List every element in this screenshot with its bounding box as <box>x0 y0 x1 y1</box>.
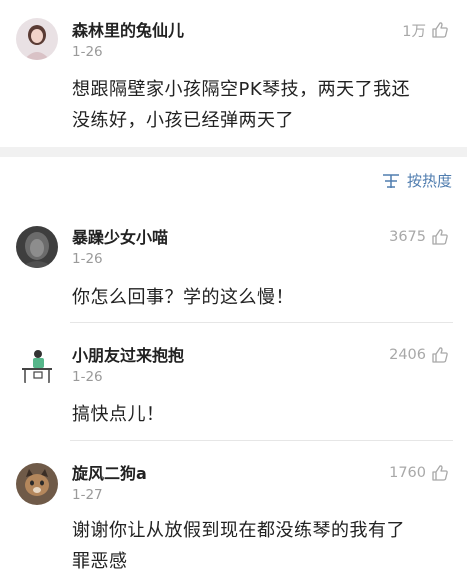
comment-author-name[interactable]: 小朋友过来抱抱 <box>72 346 184 366</box>
section-divider <box>0 147 467 157</box>
like-button[interactable]: 1万 <box>402 19 449 41</box>
like-count: 1760 <box>389 465 426 481</box>
comment-content-line: 搞快点儿！ <box>72 404 165 425</box>
comment-content: 想跟隔壁家小孩隔空PK琴技，两天了我还 没练好，小孩已经弹两天了 <box>72 74 462 136</box>
avatar[interactable] <box>16 18 58 60</box>
avatar[interactable] <box>16 463 58 505</box>
avatar-illustration-desk <box>16 345 58 387</box>
comment-date: 1-26 <box>72 44 103 60</box>
comment-date: 1-26 <box>72 369 103 385</box>
avatar[interactable] <box>16 345 58 387</box>
avatar-photo-woman <box>16 18 58 60</box>
like-button[interactable]: 1760 <box>389 462 449 484</box>
avatar[interactable] <box>16 226 58 268</box>
thumbs-up-icon <box>432 229 448 245</box>
comment-date: 1-27 <box>72 487 103 503</box>
comment-content-line: 谢谢你让从放假到现在都没练琴的我有了 <box>72 520 405 541</box>
comment-thread: 森林里的兔仙儿 1-26 1万 想跟隔壁家小孩隔空PK琴技，两天了我还 没练好，… <box>0 0 467 582</box>
like-count: 2406 <box>389 347 426 363</box>
like-count: 1万 <box>402 23 426 40</box>
thumbs-up-icon <box>432 22 448 38</box>
comment-author-name[interactable]: 森林里的兔仙儿 <box>72 21 184 41</box>
comment-content-line: 没练好，小孩已经弹两天了 <box>72 110 294 131</box>
like-count: 3675 <box>389 229 426 245</box>
comment-author-name[interactable]: 旋风二狗a <box>72 464 147 484</box>
comment-date: 1-26 <box>72 251 103 267</box>
sort-label: 按热度 <box>406 172 452 190</box>
like-button[interactable]: 2406 <box>389 344 449 366</box>
comment-author-name[interactable]: 暴躁少女小喵 <box>72 228 168 248</box>
comment-content: 你怎么回事？学的这么慢！ <box>72 282 462 313</box>
comment-content-line: 罪恶感 <box>72 551 128 572</box>
thumbs-up-icon <box>432 465 448 481</box>
comment-content: 搞快点儿！ <box>72 399 462 430</box>
thumbs-up-icon <box>432 347 448 363</box>
like-button[interactable]: 3675 <box>389 226 449 248</box>
sort-button[interactable]: 按热度 <box>382 170 452 192</box>
comment-separator <box>70 440 453 441</box>
avatar-photo-cat <box>16 463 58 505</box>
comment-content-line: 想跟隔壁家小孩隔空PK琴技，两天了我还 <box>72 79 411 100</box>
comment-separator <box>70 322 453 323</box>
sort-icon <box>382 174 399 188</box>
avatar-photo-dark <box>16 226 58 268</box>
comment-content: 谢谢你让从放假到现在都没练琴的我有了 罪恶感 <box>72 515 462 577</box>
comment-content-line: 你怎么回事？学的这么慢！ <box>72 287 294 308</box>
